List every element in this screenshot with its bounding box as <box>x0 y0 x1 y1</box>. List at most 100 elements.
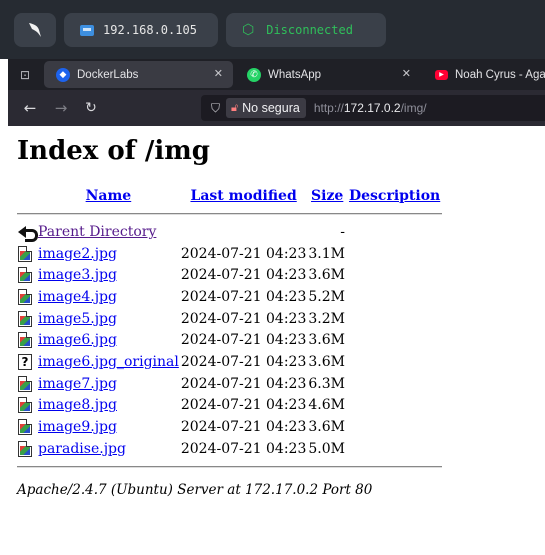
reload-icon[interactable]: ↻ <box>81 98 101 118</box>
table-row: image6.jpg 2024-07-21 04:23 3.6M <box>17 329 442 351</box>
file-link[interactable]: image8.jpg <box>38 397 117 413</box>
file-link[interactable]: image6.jpg_original <box>38 354 179 370</box>
tab-list-icon: ⊡ <box>19 67 31 82</box>
file-link[interactable]: image2.jpg <box>38 246 117 262</box>
file-size: 3.6M <box>308 419 345 436</box>
image-file-icon <box>18 245 32 262</box>
file-size: 3.2M <box>308 310 345 327</box>
parent-size: - <box>340 223 345 240</box>
security-badge[interactable]: 🔓︎ No segura <box>226 98 306 118</box>
file-modified: 2024-07-21 04:23 <box>180 397 307 414</box>
file-size: 4.6M <box>308 397 345 414</box>
close-tab-icon[interactable]: ✕ <box>402 67 411 80</box>
insecure-lock-icon: 🔓︎ <box>231 101 239 114</box>
table-row: image8.jpg 2024-07-21 04:23 4.6M <box>17 395 442 417</box>
file-link[interactable]: image4.jpg <box>38 289 117 305</box>
file-description <box>347 329 442 351</box>
sort-by-description-link[interactable]: Description <box>349 188 440 204</box>
vpn-status-widget[interactable]: ⬡ Disconnected <box>226 13 386 47</box>
file-modified: 2024-07-21 04:23 <box>180 267 307 284</box>
image-file-icon <box>18 397 32 414</box>
sort-by-size-link[interactable]: Size <box>311 188 343 204</box>
vpn-status-text: Disconnected <box>266 23 353 37</box>
file-description <box>347 373 442 395</box>
docker-icon: ◆ <box>56 67 70 82</box>
divider <box>17 213 443 215</box>
tab-list-button[interactable]: ⊡ <box>8 59 42 90</box>
table-row: image5.jpg 2024-07-21 04:23 3.2M <box>17 308 442 330</box>
tab-dockerlabs[interactable]: ◆ DockerLabs ✕ <box>44 61 233 88</box>
image-file-icon <box>18 375 32 392</box>
ip-address-text: 192.168.0.105 <box>103 23 197 37</box>
back-folder-icon <box>18 225 38 242</box>
file-link[interactable]: image3.jpg <box>38 267 117 283</box>
file-description <box>347 416 442 438</box>
image-file-icon <box>18 332 32 349</box>
sort-by-modified-link[interactable]: Last modified <box>190 188 296 204</box>
image-file-icon <box>18 267 32 284</box>
tracking-shield-icon[interactable]: ⛉ <box>211 101 220 116</box>
url-bar[interactable]: ⛉ 🔓︎ No segura http://172.17.0.2/img/ <box>201 95 545 121</box>
url-path: /img/ <box>400 101 427 115</box>
divider <box>17 465 443 468</box>
page-title: Index of /img <box>17 136 210 166</box>
divider-row <box>17 460 443 474</box>
image-file-icon <box>18 440 32 457</box>
table-row: image2.jpg 2024-07-21 04:23 3.1M <box>17 243 442 265</box>
table-row: image3.jpg 2024-07-21 04:23 3.6M <box>17 264 442 286</box>
file-modified: 2024-07-21 04:23 <box>180 310 307 327</box>
file-link[interactable]: image6.jpg <box>38 332 117 348</box>
file-description <box>347 395 442 417</box>
back-arrow-icon[interactable]: ← <box>20 98 40 118</box>
file-link[interactable]: paradise.jpg <box>38 441 126 457</box>
file-size: 6.3M <box>308 375 345 392</box>
url-protocol: http:// <box>313 101 344 115</box>
table-header-row: Name Last modified Size Description <box>17 185 442 207</box>
url-text[interactable]: http://172.17.0.2/img/ <box>314 101 427 115</box>
file-description <box>347 308 442 330</box>
tab-title: DockerLabs <box>77 68 139 81</box>
table-row: paradise.jpg 2024-07-21 04:23 5.0M <box>17 438 442 460</box>
file-modified: 2024-07-21 04:23 <box>180 353 307 370</box>
image-file-icon <box>18 419 32 436</box>
tab-whatsapp[interactable]: ✆ WhatsApp ✕ <box>235 61 421 88</box>
system-top-bar: 192.168.0.105 ⬡ Disconnected <box>0 0 545 59</box>
file-modified: 2024-07-21 04:23 <box>180 245 307 262</box>
file-link[interactable]: image5.jpg <box>38 311 117 327</box>
server-signature: Apache/2.4.7 (Ubuntu) Server at 172.17.0… <box>17 482 373 498</box>
page-content: Index of /img Name Last modified Size De… <box>8 126 545 555</box>
tab-title: WhatsApp <box>268 68 322 81</box>
file-link[interactable]: image7.jpg <box>38 376 117 392</box>
kali-menu-button[interactable] <box>14 13 56 47</box>
forward-arrow-icon[interactable]: → <box>51 98 71 118</box>
parent-directory-link[interactable]: Parent Directory <box>38 224 156 240</box>
file-modified: 2024-07-21 04:23 <box>180 375 307 392</box>
kali-dragon-icon <box>29 23 41 37</box>
file-size: 5.0M <box>308 440 345 457</box>
directory-listing-table: Name Last modified Size Description Pare… <box>17 185 443 474</box>
file-link[interactable]: image9.jpg <box>38 419 117 435</box>
table-row: ? image6.jpg_original 2024-07-21 04:23 3.6M <box>17 351 442 373</box>
table-row: image7.jpg 2024-07-21 04:23 6.3M <box>17 373 442 395</box>
file-modified: 2024-07-21 04:23 <box>180 332 307 349</box>
image-file-icon <box>18 288 32 305</box>
browser-tab-bar: ⊡ ◆ DockerLabs ✕ ✆ WhatsApp ✕ ▶ Noah Cyr… <box>8 59 545 90</box>
file-modified: 2024-07-21 04:23 <box>180 419 307 436</box>
close-tab-icon[interactable]: ✕ <box>214 67 223 80</box>
parent-modified <box>180 221 308 243</box>
file-description <box>347 438 442 460</box>
table-row: image4.jpg 2024-07-21 04:23 5.2M <box>17 286 442 308</box>
tab-title: Noah Cyrus - Aga <box>455 68 545 81</box>
whatsapp-icon: ✆ <box>247 67 261 82</box>
file-description <box>347 351 442 373</box>
file-size: 5.2M <box>308 288 345 305</box>
youtube-icon: ▶ <box>435 69 448 80</box>
table-row: image9.jpg 2024-07-21 04:23 3.6M <box>17 416 442 438</box>
file-modified: 2024-07-21 04:23 <box>180 288 307 305</box>
file-size: 3.6M <box>308 267 345 284</box>
image-file-icon <box>18 310 32 327</box>
tab-youtube[interactable]: ▶ Noah Cyrus - Aga <box>423 61 545 88</box>
ip-address-widget[interactable]: 192.168.0.105 <box>64 13 218 47</box>
sort-by-name-link[interactable]: Name <box>86 188 132 204</box>
parent-description <box>347 221 442 243</box>
